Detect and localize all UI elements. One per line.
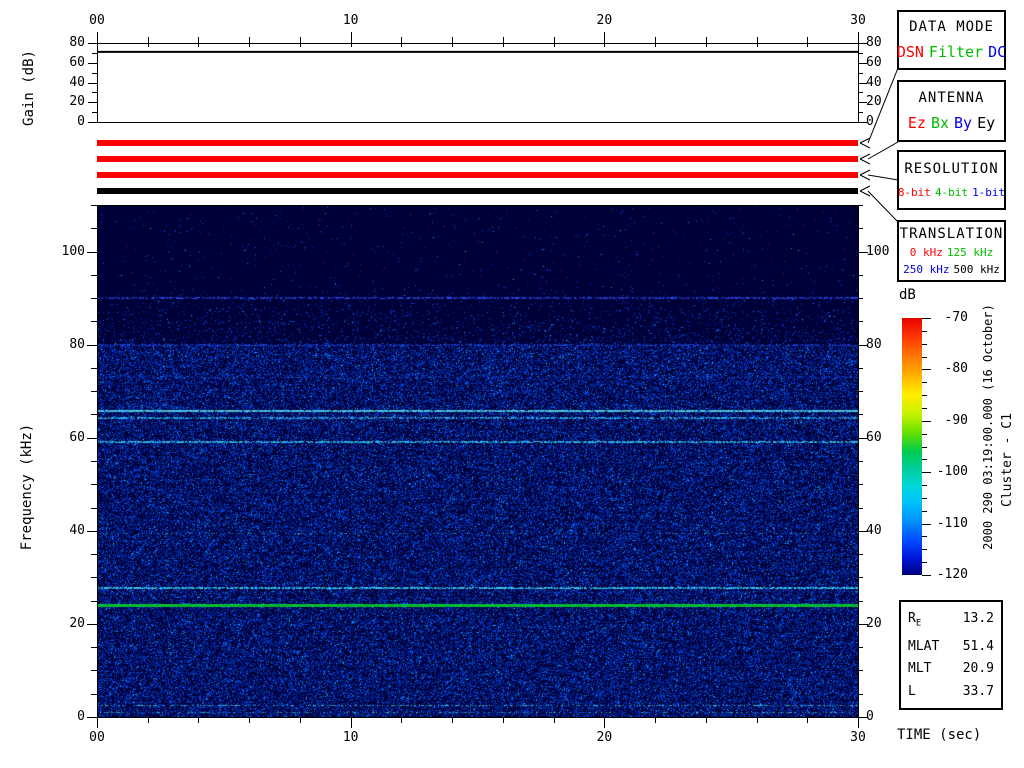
legend-item: Ez bbox=[907, 114, 926, 132]
time-tick-label: 00 bbox=[89, 13, 105, 28]
legend-item: 1-bit bbox=[972, 186, 1006, 199]
freq-tick-label: 100 bbox=[61, 243, 85, 259]
legend-item: 4-bit bbox=[934, 186, 969, 199]
translation-legend-box: TRANSLATION 0 kHz 125 kHz 250 kHz 500 kHz bbox=[897, 220, 1006, 282]
time-tick-label: 20 bbox=[596, 13, 613, 28]
row-value: 13.2 bbox=[962, 611, 994, 627]
freq-tick-label: 80 bbox=[69, 336, 85, 352]
data-mode-bar bbox=[97, 140, 858, 146]
freq-tick-label: 60 bbox=[866, 429, 882, 445]
time-tick-label: 20 bbox=[596, 730, 613, 745]
freq-tick-label: 0 bbox=[866, 709, 874, 724]
legend-title: ANTENNA bbox=[918, 90, 985, 106]
legend-item: Bx bbox=[930, 114, 949, 132]
legend-item: 500 kHz bbox=[953, 263, 1000, 276]
gain-tick-label: 80 bbox=[69, 35, 85, 50]
colorbar-title: dB bbox=[899, 287, 916, 303]
colorbar-tick-label: -100 bbox=[936, 464, 968, 480]
row-value: 20.9 bbox=[962, 661, 994, 677]
table-row: MLAT 51.4 bbox=[908, 639, 994, 654]
datetime-annotation: 2000 290 03:19:00.000 (16 October) bbox=[981, 304, 995, 550]
legend-items: 250 kHz 500 kHz bbox=[903, 263, 1000, 276]
row-label: RE bbox=[908, 611, 922, 629]
resolution-legend-box: RESOLUTION 8-bit 4-bit 1-bit bbox=[897, 150, 1006, 210]
legend-item: DSN bbox=[896, 42, 924, 61]
freq-tick-label: 80 bbox=[866, 336, 882, 352]
legend-item: 250 kHz bbox=[903, 263, 950, 276]
colorbar-tick-label: -90 bbox=[944, 412, 968, 428]
legend-item: By bbox=[954, 114, 973, 132]
legend-item: DC bbox=[988, 42, 1007, 61]
ephemeris-table: RE 13.2 MLAT 51.4 MLT 20.9 L 33.7 bbox=[899, 600, 1003, 710]
table-row: RE 13.2 bbox=[908, 611, 994, 632]
row-value: 33.7 bbox=[962, 683, 994, 699]
table-row: L 33.7 bbox=[908, 684, 994, 699]
time-tick-label: 00 bbox=[89, 730, 105, 745]
wbd-spectrogram-plot: 00 00 10 10 20 20 30 30 0 0 20 20 40 40 60 60 80 80 0 0 20 20… bbox=[0, 0, 1024, 768]
legend-title: TRANSLATION bbox=[899, 226, 1004, 242]
colorbar-tick-label: -120 bbox=[936, 567, 968, 582]
legend-title: DATA MODE bbox=[909, 19, 994, 36]
legend-item: 0 kHz bbox=[909, 246, 943, 259]
gain-tick-label: 20 bbox=[69, 94, 85, 110]
antenna-bar bbox=[97, 156, 858, 162]
gain-axis-title: Gain (dB) bbox=[21, 50, 37, 126]
time-axis-title: TIME (sec) bbox=[897, 727, 982, 743]
row-label: L bbox=[908, 683, 916, 699]
freq-tick-label: 20 bbox=[69, 615, 85, 631]
translation-bar bbox=[97, 188, 858, 194]
legend-item: 8-bit bbox=[897, 186, 931, 199]
gain-tick-label: 40 bbox=[69, 74, 85, 90]
gain-tick-label: 0 bbox=[77, 114, 85, 129]
spectrogram-heatmap bbox=[97, 205, 858, 717]
row-label: MLAT bbox=[908, 639, 940, 655]
row-value: 51.4 bbox=[962, 639, 994, 655]
colorbar-tick-label: -70 bbox=[944, 310, 968, 325]
legend-items: Ez Bx By Ey bbox=[908, 114, 995, 132]
time-tick-label: 30 bbox=[850, 13, 866, 28]
gain-tick-label: 60 bbox=[69, 54, 85, 70]
time-tick-label: 30 bbox=[850, 730, 866, 745]
legend-title: RESOLUTION bbox=[904, 161, 999, 177]
legend-items: 8-bit 4-bit 1-bit bbox=[898, 186, 1005, 199]
freq-tick-label: 40 bbox=[69, 522, 85, 538]
freq-tick-label: 60 bbox=[69, 429, 85, 445]
colorbar-tick-label: -80 bbox=[944, 361, 968, 377]
spacecraft-annotation: Cluster - C1 bbox=[1000, 413, 1015, 507]
table-row: MLT 20.9 bbox=[908, 661, 994, 676]
row-label: MLT bbox=[908, 661, 932, 677]
legend-item: Filter bbox=[928, 42, 984, 61]
legend-item: 125 kHz bbox=[946, 246, 994, 259]
colorbar-tick-label: -110 bbox=[936, 515, 968, 531]
time-tick-label: 10 bbox=[342, 13, 359, 28]
resolution-bar bbox=[97, 172, 858, 178]
time-tick-label: 10 bbox=[342, 730, 359, 745]
legend-item: Ey bbox=[977, 114, 996, 132]
freq-tick-label: 40 bbox=[866, 522, 882, 538]
freq-tick-label: 0 bbox=[77, 709, 85, 724]
colorbar-gradient bbox=[902, 318, 922, 575]
antenna-legend-box: ANTENNA Ez Bx By Ey bbox=[897, 80, 1006, 142]
frequency-axis-title: Frequency (kHz) bbox=[19, 423, 35, 551]
legend-items: DSN Filter DC bbox=[897, 43, 1006, 61]
data-mode-legend-box: DATA MODE DSN Filter DC bbox=[897, 10, 1006, 70]
legend-items: 0 kHz 125 kHz bbox=[910, 246, 993, 259]
